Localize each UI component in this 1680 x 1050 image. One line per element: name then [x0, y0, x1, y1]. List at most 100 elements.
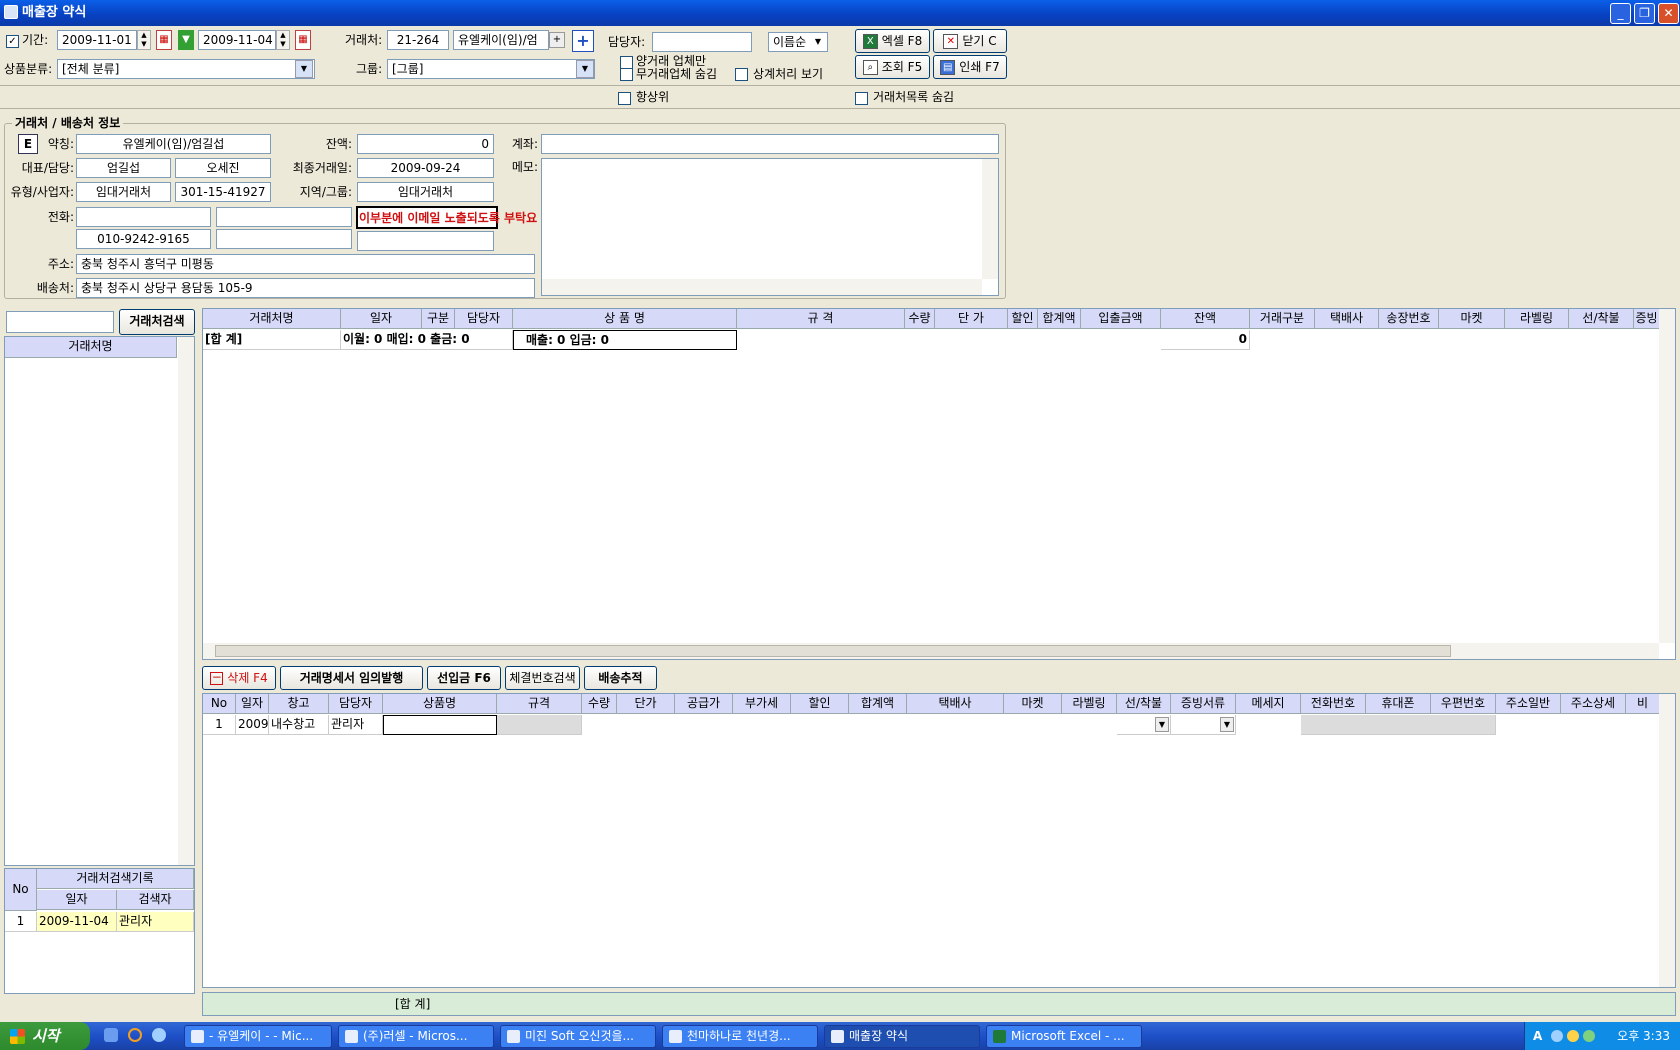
col-date[interactable]: 일자: [341, 309, 422, 329]
dcol-no[interactable]: No: [203, 694, 236, 714]
date-range-arrow-icon[interactable]: ▼: [178, 30, 194, 50]
detail-grid-scrollbar[interactable]: [1659, 694, 1675, 987]
client-code-input[interactable]: 21-264: [387, 30, 449, 50]
sales-grid[interactable]: 거래처명 일자 구분 담당자 상 품 명 규 격 수량 단 가 할인 합계액 입…: [202, 308, 1676, 660]
excel-button[interactable]: X 엑셀 F8: [855, 29, 930, 53]
address-field[interactable]: 충북 청주시 흥덕구 미평동: [76, 254, 535, 274]
settlement-search-button[interactable]: 체결번호검색: [505, 666, 580, 690]
date-to-spinner[interactable]: ▲ ▼: [276, 30, 290, 50]
detail-row-no[interactable]: 1: [203, 715, 236, 735]
group-select[interactable]: [그룹]: [387, 59, 595, 79]
memo-vertical-scrollbar[interactable]: [982, 159, 998, 279]
col-spec[interactable]: 규 격: [737, 309, 905, 329]
minimize-button[interactable]: _: [1610, 3, 1631, 24]
always-on-top-checkbox[interactable]: [618, 92, 631, 105]
dcol-manager[interactable]: 담당자: [329, 694, 383, 714]
balance-field[interactable]: 0: [357, 134, 494, 154]
period-checkbox[interactable]: ✓: [6, 35, 19, 48]
detail-row-warehouse[interactable]: 내수창고: [269, 715, 329, 735]
query-button[interactable]: ⌕ 조회 F5: [855, 55, 930, 79]
phone-field-4[interactable]: [216, 229, 352, 249]
dcol-supply[interactable]: 공급가: [675, 694, 733, 714]
memo-horizontal-scrollbar[interactable]: [542, 279, 982, 295]
quicklaunch-icon[interactable]: [128, 1028, 142, 1042]
close-window-button[interactable]: ✕: [1658, 3, 1679, 24]
date-from-input[interactable]: 2009-11-01: [57, 30, 137, 50]
taskbar-item-active[interactable]: 매출장 약식: [824, 1025, 980, 1048]
memo-textarea[interactable]: [541, 158, 999, 296]
dcol-qty[interactable]: 수량: [582, 694, 617, 714]
col-discount[interactable]: 할인: [1008, 309, 1038, 329]
dcol-message[interactable]: 메세지: [1236, 694, 1301, 714]
hide-inactive-checkbox[interactable]: [620, 68, 633, 81]
client-shortname-field[interactable]: 유엘케이(임)/엄길섭: [76, 134, 271, 154]
detail-row-manager[interactable]: 관리자: [329, 715, 383, 735]
dcol-courier[interactable]: 택배사: [907, 694, 1004, 714]
dcol-labeling[interactable]: 라벨링: [1062, 694, 1117, 714]
representative-field[interactable]: 엄길섭: [76, 158, 171, 178]
dcol-note[interactable]: 비: [1626, 694, 1660, 714]
client-list-header[interactable]: 거래처명: [5, 337, 177, 358]
ie-icon[interactable]: [152, 1028, 166, 1042]
prepayment-button[interactable]: 선입금 F6: [427, 666, 501, 690]
col-proof[interactable]: 증빙: [1634, 309, 1660, 329]
detail-row-payment[interactable]: ▼: [1117, 715, 1171, 735]
detail-row-date[interactable]: 2009-: [236, 715, 269, 735]
maximize-button[interactable]: ❐: [1634, 3, 1655, 24]
col-invoice[interactable]: 송장번호: [1379, 309, 1439, 329]
col-manager[interactable]: 담당자: [455, 309, 513, 329]
date-to-input[interactable]: 2009-11-04: [198, 30, 276, 50]
col-cash[interactable]: 입출금액: [1081, 309, 1161, 329]
calendar-icon[interactable]: ▦: [156, 30, 172, 50]
account-field[interactable]: [541, 134, 999, 154]
col-payment[interactable]: 선/착불: [1569, 309, 1634, 329]
category-select[interactable]: [전체 분류]: [57, 59, 315, 79]
phone-field-2[interactable]: [216, 207, 352, 227]
history-row-no[interactable]: 1: [5, 912, 37, 932]
col-product[interactable]: 상 품 명: [513, 309, 737, 329]
issue-statement-button[interactable]: 거래명세서 임의발행: [280, 666, 423, 690]
dcol-address[interactable]: 주소일반: [1496, 694, 1561, 714]
chevron-down-icon[interactable]: ▼: [1155, 717, 1169, 732]
client-name-input[interactable]: 유엘케이(임)/엄: [453, 30, 549, 50]
detail-row-proof[interactable]: ▼: [1171, 715, 1236, 735]
taskbar-item[interactable]: (주)러셀 - Micros...: [338, 1025, 494, 1048]
hide-client-list-checkbox[interactable]: [855, 92, 868, 105]
history-row-user[interactable]: 관리자: [117, 912, 194, 932]
detail-grid[interactable]: No 일자 창고 담당자 상품명 규격 수량 단가 공급가 부가세 할인 합계액…: [202, 693, 1676, 988]
dcol-date[interactable]: 일자: [236, 694, 269, 714]
sales-grid-horizontal-scrollbar[interactable]: [203, 643, 1659, 659]
taskbar-item[interactable]: 미진 Soft 오신것을...: [500, 1025, 656, 1048]
taskbar-item[interactable]: 천마하나로 천년경...: [662, 1025, 818, 1048]
col-client[interactable]: 거래처명: [203, 309, 341, 329]
sales-grid-vertical-scrollbar[interactable]: [1659, 309, 1675, 643]
col-market[interactable]: 마켓: [1439, 309, 1505, 329]
taskbar-item[interactable]: Microsoft Excel - ...: [986, 1025, 1142, 1048]
dcol-price[interactable]: 단가: [617, 694, 675, 714]
history-row-date[interactable]: 2009-11-04: [37, 912, 117, 932]
taskbar-item[interactable]: - 유엘케이 - - Mic...: [184, 1025, 332, 1048]
print-button[interactable]: ▤ 인쇄 F7: [933, 55, 1007, 79]
dcol-warehouse[interactable]: 창고: [269, 694, 329, 714]
extra-field[interactable]: [357, 231, 494, 251]
dcol-address-detail[interactable]: 주소상세: [1561, 694, 1626, 714]
tray-icon[interactable]: [1567, 1030, 1579, 1042]
delete-button[interactable]: − 삭제 F4: [202, 666, 276, 690]
offset-checkbox[interactable]: [735, 68, 748, 81]
client-search-input[interactable]: [6, 311, 114, 333]
chevron-down-icon[interactable]: ▼: [1220, 717, 1234, 732]
col-courier[interactable]: 택배사: [1315, 309, 1379, 329]
close-button[interactable]: ✕ 닫기 C: [933, 29, 1007, 53]
col-trade-type[interactable]: 거래구분: [1250, 309, 1315, 329]
shipping-address-field[interactable]: 충북 청주시 상당구 용담동 105-9: [76, 278, 535, 298]
dcol-proof[interactable]: 증빙서류: [1171, 694, 1236, 714]
detail-row-product[interactable]: [383, 715, 497, 735]
quicklaunch-icon[interactable]: [104, 1028, 118, 1042]
tracking-button[interactable]: 배송추적: [584, 666, 657, 690]
col-total[interactable]: 합계액: [1038, 309, 1081, 329]
ime-indicator[interactable]: A: [1533, 1022, 1542, 1050]
dcol-product[interactable]: 상품명: [383, 694, 497, 714]
scroll-thumb[interactable]: [215, 645, 1451, 657]
col-balance[interactable]: 잔액: [1161, 309, 1250, 329]
chevron-down-icon[interactable]: ▼: [295, 60, 313, 78]
